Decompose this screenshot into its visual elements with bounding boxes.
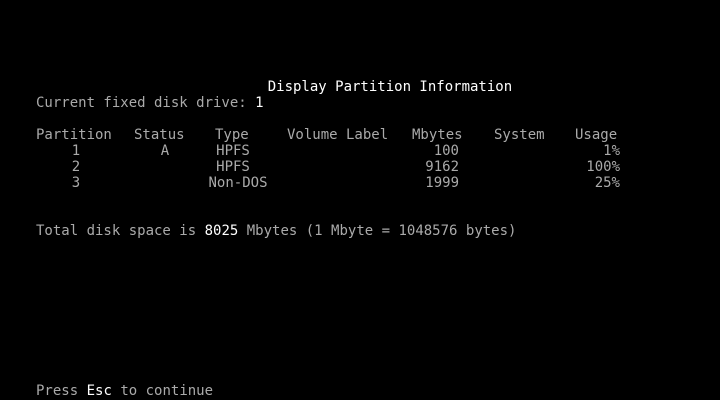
header-system: System — [494, 127, 545, 143]
header-mbytes: Mbytes — [412, 127, 463, 143]
current-drive-line: Current fixed disk drive: 1 — [36, 95, 264, 111]
header-type: Type — [215, 127, 249, 143]
row-usage: 25% — [594, 175, 620, 191]
current-drive-value: 1 — [255, 95, 264, 111]
row-mbytes: 9162 — [425, 159, 459, 175]
total-prefix: Total disk space is — [36, 223, 197, 239]
row-type: HPFS — [216, 159, 250, 175]
row-partition: 2 — [71, 159, 81, 175]
esc-key-hint[interactable]: Esc — [87, 383, 112, 399]
header-status: Status — [134, 127, 185, 143]
header-usage: Usage — [575, 127, 618, 143]
row-mbytes: 1999 — [425, 175, 459, 191]
row-usage: 1% — [603, 143, 620, 159]
row-usage: 100% — [586, 159, 620, 175]
footer-suffix: to continue — [120, 383, 214, 399]
total-disk-space: Total disk space is 8025 Mbytes (1 Mbyte… — [36, 223, 516, 239]
row-mbytes: 100 — [433, 143, 459, 159]
row-partition: 1 — [71, 143, 81, 159]
footer-prefix: Press — [36, 383, 79, 399]
row-type: Non-DOS — [208, 175, 268, 191]
page-title: Display Partition Information — [234, 63, 512, 95]
total-suffix: Mbytes (1 Mbyte = 1048576 bytes) — [246, 223, 517, 239]
footer-prompt: Press Esc to continue — [36, 383, 213, 399]
current-drive-label: Current fixed disk drive: — [36, 95, 247, 111]
title-text: Display Partition Information — [267, 79, 513, 95]
row-status: A — [160, 143, 170, 159]
header-partition: Partition — [36, 127, 112, 143]
row-partition: 3 — [71, 175, 81, 191]
total-value: 8025 — [204, 223, 239, 239]
row-type: HPFS — [216, 143, 250, 159]
header-volume-label: Volume Label — [287, 127, 389, 143]
